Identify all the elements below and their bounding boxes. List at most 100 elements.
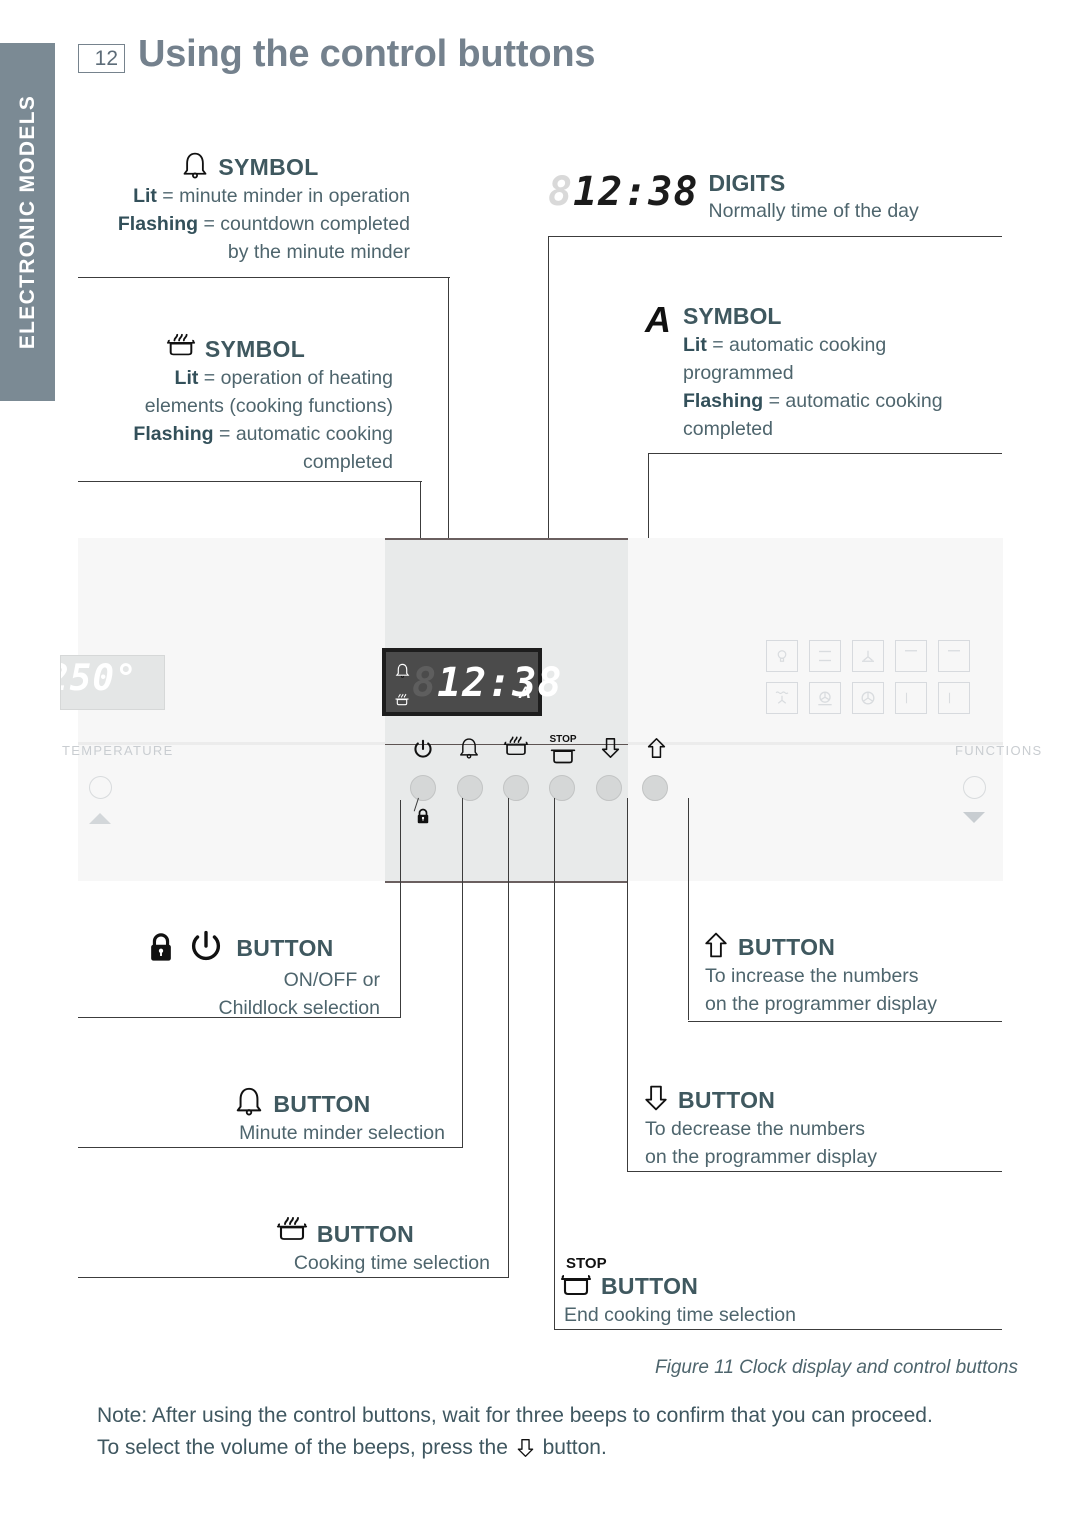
function-icon-4: [895, 640, 927, 672]
callout-title: DIGITS: [708, 170, 786, 196]
button-on-off[interactable]: [410, 775, 436, 801]
note-line-1: Note: After using the control buttons, w…: [97, 1404, 933, 1427]
button-end-cooking-time[interactable]: [549, 775, 575, 801]
lit-label: Lit: [133, 185, 157, 207]
flashing-label: Flashing: [683, 390, 764, 412]
note-line-2: To select the volume of the beeps, press…: [97, 1432, 997, 1469]
callout-title: SYMBOL: [218, 154, 319, 180]
callout-title: BUTTON: [273, 1091, 371, 1117]
programmer-lcd-display: 812:38 A: [382, 648, 562, 716]
heating-pot-icon: [166, 330, 196, 362]
callout-line-1: To increase the numbers: [705, 965, 919, 987]
leader-minder-horiz: [78, 1147, 463, 1149]
steaming-pot-icon: [499, 734, 533, 765]
button-minute-minder[interactable]: [457, 775, 483, 801]
button-cooking-time[interactable]: [503, 775, 529, 801]
callout-heating-symbol: SYMBOL Lit = operation of heating elemen…: [78, 330, 393, 476]
callout-minute-minder-button: BUTTON Minute minder selection: [160, 1085, 445, 1147]
flashing-text: = automatic cooking: [763, 390, 943, 412]
callout-decrease-button: BUTTON To decrease the numbers on the pr…: [643, 1083, 973, 1171]
callout-cooking-time-button: BUTTON Cooking time selection: [200, 1213, 490, 1277]
lcd-ghost-digit: 8: [412, 660, 438, 706]
button-increase[interactable]: [642, 775, 668, 801]
flashing-text: = automatic cooking: [213, 423, 393, 445]
function-icon-10: [938, 682, 970, 714]
steaming-pot-icon: [276, 1213, 308, 1247]
lit-label: Lit: [683, 334, 707, 356]
lcd-indicator-icons: [391, 656, 413, 714]
page-number-box: 12: [78, 44, 125, 73]
temperature-display: 250°: [60, 655, 165, 710]
leader-up-horiz: [688, 1021, 1002, 1023]
stop-pot-icon: STOP: [546, 734, 580, 771]
fan-oven-icon: [809, 682, 841, 714]
bell-icon: [452, 736, 486, 765]
callout-line-4: completed: [683, 418, 773, 440]
heating-pot-icon: [395, 693, 409, 706]
callout-line-2: on the programmer display: [645, 1146, 877, 1168]
leader-cooking-horiz: [78, 1277, 509, 1279]
leader-line-a: [648, 453, 1002, 455]
callout-title: BUTTON: [601, 1273, 699, 1299]
callout-line-2: Childlock selection: [218, 997, 381, 1019]
callout-line-1: Normally time of the day: [708, 200, 919, 222]
callout-digits: 812:38 DIGITS Normally time of the day: [548, 170, 1008, 225]
bell-icon: [234, 1085, 264, 1117]
temperature-knob[interactable]: [89, 776, 112, 799]
bell-icon: [181, 150, 209, 180]
digits-ghost: 8: [548, 169, 574, 215]
top-bottom-heat-icon: [809, 640, 841, 672]
lcd-time: 812:38: [412, 657, 563, 709]
callout-title: SYMBOL: [683, 303, 782, 329]
section-tab-electronic-models: ELECTRONIC MODELS: [0, 43, 55, 401]
arrow-down-icon: [643, 1083, 669, 1113]
flashing-text: = countdown completed: [198, 213, 410, 235]
callout-line-2: programmed: [683, 362, 794, 384]
grill-wave-icon: [766, 682, 798, 714]
bell-icon: [395, 663, 409, 678]
fan-icon: [852, 682, 884, 714]
function-row: [766, 640, 1006, 672]
callout-line-1: Cooking time selection: [293, 1252, 490, 1274]
lit-label: Lit: [174, 367, 199, 389]
callout-title: BUTTON: [678, 1087, 776, 1113]
leader-cooking-vert: [508, 798, 510, 1278]
temperature-value: 250°: [61, 658, 138, 699]
callout-line-2: elements (cooking functions): [144, 395, 393, 417]
page-title: Using the control buttons: [138, 33, 596, 75]
arrow-down-icon: [516, 1437, 535, 1469]
arrow-down-icon: [593, 736, 627, 765]
lcd-auto-indicator: A: [518, 683, 531, 702]
functions-knob[interactable]: [963, 776, 986, 799]
callout-title: BUTTON: [236, 935, 334, 961]
callout-line-1: To decrease the numbers: [645, 1118, 866, 1140]
lcd-time-value: 12:38: [437, 660, 563, 706]
callout-increase-button: BUTTON To increase the numbers on the pr…: [703, 930, 1008, 1018]
callout-title: BUTTON: [316, 1221, 415, 1247]
callout-onoff-button: BUTTON ON/OFF or Childlock selection: [100, 928, 380, 1022]
callout-title: SYMBOL: [204, 336, 306, 362]
leader-down-horiz: [627, 1171, 1002, 1173]
callout-end-cooking-time-button: STOP BUTTON End cooking time selection: [560, 1255, 900, 1329]
digits-sample: 812:38: [548, 170, 699, 214]
leader-line-heat: [78, 481, 422, 483]
callout-line-2: on the programmer display: [705, 993, 937, 1015]
power-icon: [406, 738, 440, 765]
note-line-2-post: button.: [536, 1436, 607, 1459]
callout-line-3: by the minute minder: [227, 241, 410, 263]
leader-minder-vert: [462, 798, 464, 1148]
functions-down-arrow[interactable]: [963, 812, 985, 823]
callout-bell-symbol: SYMBOL Lit = minute minder in operation …: [90, 150, 410, 266]
stop-pot-icon: [560, 1273, 592, 1299]
leader-stop-horiz: [554, 1329, 1002, 1331]
callout-title: BUTTON: [738, 934, 836, 960]
flashing-label: Flashing: [117, 213, 199, 235]
button-decrease[interactable]: [596, 775, 622, 801]
stop-label: STOP: [566, 1255, 607, 1272]
padlock-icon: [146, 932, 176, 964]
leader-up-vert: [688, 798, 690, 1020]
temperature-up-arrow[interactable]: [89, 813, 111, 824]
function-icon-5: [938, 640, 970, 672]
lit-text: = automatic cooking: [706, 334, 887, 356]
flashing-label: Flashing: [133, 423, 214, 445]
